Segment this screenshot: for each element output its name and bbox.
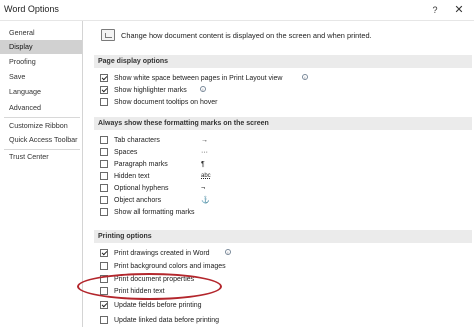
sidebar-item-customize-ribbon[interactable]: Customize Ribbon [0,119,82,133]
section-header-printing: Printing options [94,230,472,243]
info-icon: i [302,74,308,80]
option-label: Print drawings created in Word [114,250,210,257]
checkbox[interactable] [100,136,108,144]
pilcrow-icon: ¶ [201,161,205,168]
option-label: Show white space between pages in Print … [114,75,283,82]
section-header-formatting-marks: Always show these formatting marks on th… [94,117,472,130]
checkbox[interactable] [100,196,108,204]
sidebar-divider [4,117,80,118]
checkbox[interactable] [100,208,108,216]
sidebar-item-save[interactable]: Save [0,70,82,84]
option-label: Show highlighter marks [114,87,187,94]
option-label: Print background colors and images [114,263,226,270]
sidebar: General Display Proofing Save Language A… [0,21,83,327]
checkbox[interactable] [100,249,108,257]
checkbox[interactable] [100,160,108,168]
anchor-icon: ⚓ [201,197,210,204]
option-label: Optional hyphens [114,185,169,192]
checkbox[interactable] [100,148,108,156]
checkbox[interactable] [100,172,108,180]
option-label: Show document tooltips on hover [114,99,218,106]
option-label: Show all formatting marks [114,209,195,216]
option-label: Update fields before printing [114,302,202,309]
tab-arrow-icon: → [201,137,208,144]
option-label: Object anchors [114,197,162,204]
help-button[interactable]: ? [428,3,442,17]
sidebar-item-proofing[interactable]: Proofing [0,55,82,69]
info-icon: i [225,249,231,255]
checkbox[interactable] [100,74,108,82]
close-icon[interactable]: ✕ [451,2,467,18]
option-label: Paragraph marks [114,161,168,168]
sidebar-item-general[interactable]: General [0,26,82,40]
hidden-text-icon: abc [201,173,211,179]
option-label: Tab characters [114,137,160,144]
checkbox[interactable] [100,262,108,270]
section-header-page-display: Page display options [94,55,472,68]
highlight-ellipse-annotation [77,273,222,300]
sidebar-item-advanced[interactable]: Advanced [0,101,82,115]
optional-hyphen-icon: ¬ [201,185,206,192]
title-bar: Word Options ? ✕ [0,0,474,21]
option-label: Hidden text [114,173,150,180]
checkbox[interactable] [100,316,108,324]
checkbox[interactable] [100,184,108,192]
sidebar-item-quick-access-toolbar[interactable]: Quick Access Toolbar [0,133,82,147]
sidebar-item-display[interactable]: Display [0,40,82,54]
checkbox[interactable] [100,301,108,309]
checkbox[interactable] [100,98,108,106]
sidebar-item-trust-center[interactable]: Trust Center [0,150,82,164]
sidebar-item-language[interactable]: Language [0,85,82,99]
info-icon: i [200,86,206,92]
option-label: Spaces [114,149,138,156]
option-label: Update linked data before printing [114,317,220,324]
window-title: Word Options [4,4,59,14]
panel-description: Change how document content is displayed… [121,31,372,40]
checkbox[interactable] [100,86,108,94]
display-options-icon [101,29,115,41]
space-dots-icon: ··· [201,149,208,156]
